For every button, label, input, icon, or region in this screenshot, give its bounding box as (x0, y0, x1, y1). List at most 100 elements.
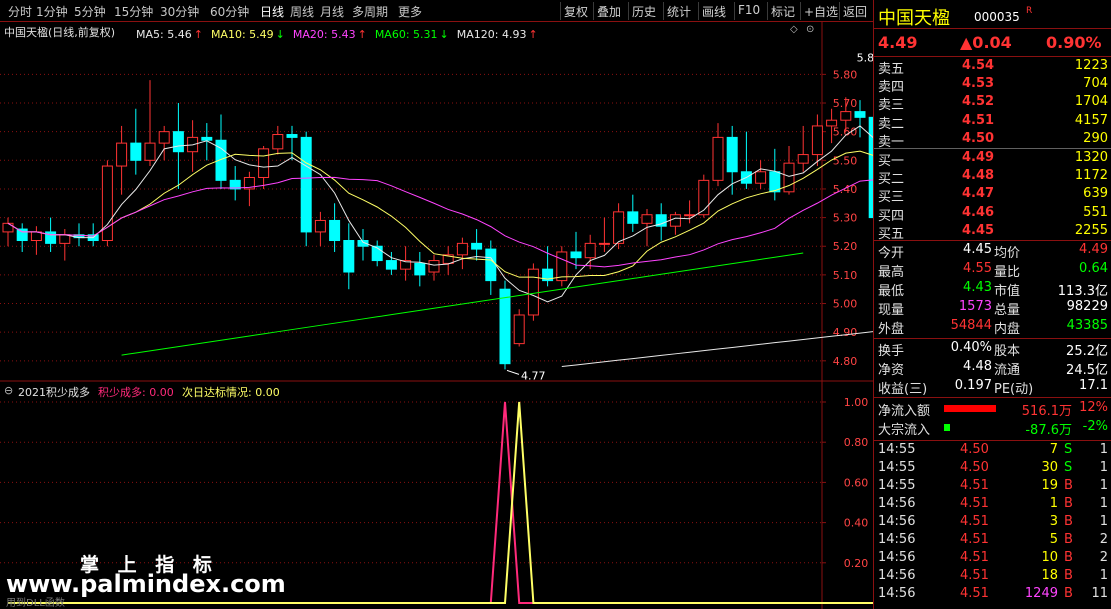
stats-row: 今开 4.45 均价 4.49 (874, 242, 1111, 261)
tick-row: 14:56 4.51 1 B 1 (874, 496, 1111, 514)
chart-close-icon[interactable]: ⊙ (806, 24, 814, 35)
order-label: 卖三 (878, 98, 905, 114)
candle-body (471, 242, 483, 250)
order-book-row: 买五 4.45 2255 (874, 223, 1111, 242)
order-book-row: 卖三 4.52 1704 (874, 94, 1111, 114)
flow-label: 大宗流入 (878, 423, 931, 438)
candle-body (684, 214, 696, 217)
order-volume: 1172 (1074, 168, 1108, 184)
tick-side: B (1064, 514, 1073, 529)
stats-row: 最高 4.55 量比 0.64 (874, 261, 1111, 280)
stat-label: PE(动) (994, 382, 1034, 397)
order-price: 4.54 (962, 58, 995, 73)
tick-time: 14:55 (878, 460, 916, 475)
order-price: 4.50 (962, 130, 995, 146)
order-price: 4.53 (962, 76, 995, 92)
tick-count: 1 (1099, 496, 1108, 511)
flow-value: 516.1万 (1021, 404, 1072, 419)
order-price: 4.46 (962, 204, 995, 220)
candle-body (456, 242, 468, 256)
stat-value: 4.43 (963, 280, 992, 295)
tick-side: B (1064, 550, 1073, 565)
order-price: 4.52 (962, 94, 995, 110)
candle-body (428, 260, 440, 273)
stats-row: 最低 4.43 市值 113.3亿 (874, 280, 1111, 299)
kline-chart[interactable]: 5.805.705.605.505.405.305.205.105.004.90… (0, 0, 873, 609)
candle-body (144, 142, 156, 161)
candle-body (414, 262, 426, 276)
tick-time: 14:56 (878, 514, 916, 529)
stat-label: 净资 (878, 363, 905, 378)
order-label: 卖二 (878, 116, 905, 132)
tick-count: 1 (1099, 514, 1108, 529)
quote-price-row: 4.49 ▲0.04 0.90% (874, 33, 1111, 53)
candle-body (272, 134, 284, 150)
flow-label: 净流入额 (878, 404, 931, 419)
candle-body (385, 260, 397, 270)
indicator-options-icon[interactable]: ⊖ (4, 384, 13, 397)
stat-value: 4.55 (963, 261, 992, 276)
ma-legend-item: MA60: 5.31 ↓ (375, 26, 449, 41)
indicator-name: 2021积少成多 (18, 386, 90, 399)
candle-body (826, 119, 838, 127)
stat-label: 换手 (878, 344, 905, 359)
order-label: 买二 (878, 172, 905, 188)
fund-flow-row: 净流入额 516.1万 12% (874, 400, 1111, 419)
chart-stock-label: 中国天楹(日线,前复权) (4, 26, 116, 39)
indicator-tick-label: 0.60 (844, 476, 869, 489)
order-price: 4.48 (962, 168, 995, 184)
y-tick-label: 5.50 (833, 154, 858, 167)
fund-flow-row: 大宗流入 -87.6万 -2% (874, 419, 1111, 438)
candle-body (598, 242, 610, 245)
order-book-row: 买三 4.47 639 (874, 186, 1111, 205)
stat-label: 外盘 (878, 322, 905, 337)
tick-side: B (1064, 532, 1073, 547)
tick-time: 14:56 (878, 568, 916, 583)
divider (874, 56, 1111, 57)
stat-label: 流通 (994, 363, 1021, 378)
order-label: 卖一 (878, 134, 905, 150)
tick-price: 4.51 (960, 568, 989, 583)
tick-row: 14:56 4.51 5 B 2 (874, 532, 1111, 550)
tick-count: 1 (1099, 568, 1108, 583)
stat-label: 内盘 (994, 322, 1021, 337)
order-volume: 4157 (1074, 112, 1108, 128)
candle-body (769, 171, 781, 193)
flow-pct: 12% (1079, 400, 1108, 415)
order-volume: 1704 (1074, 94, 1108, 110)
stock-name: 中国天楹 (878, 8, 950, 29)
divider (874, 148, 1111, 149)
stats-row: 外盘 54844 内盘 43385 (874, 318, 1111, 337)
chart-options-icon[interactable]: ◇ (790, 24, 798, 35)
indicator-tick-label: 1.00 (844, 396, 869, 409)
candle-body (669, 214, 681, 227)
tick-side: S (1064, 460, 1073, 475)
stat-value: 4.49 (1079, 242, 1108, 257)
tick-row: 14:56 4.51 3 B 1 (874, 514, 1111, 532)
tick-price: 4.51 (960, 532, 989, 547)
order-book-row: 买一 4.49 1320 (874, 150, 1111, 169)
ma-legend-item: MA120: 4.93 ↑ (457, 26, 538, 41)
tick-side: B (1064, 478, 1073, 493)
tick-price: 4.51 (960, 586, 989, 601)
candle-body (811, 125, 823, 156)
divider (874, 440, 1111, 441)
tick-count: 1 (1099, 478, 1108, 493)
ma-value: MA10: 5.49 (210, 28, 274, 41)
quote-panel: 中国天楹 000035 R 4.49 ▲0.04 0.90% 卖五 4.54 122… (873, 0, 1111, 609)
order-price: 4.49 (962, 150, 995, 165)
candle-body (627, 211, 639, 224)
quote-title: 中国天楹 000035 R (874, 4, 1111, 29)
candle-body (343, 240, 355, 273)
stat-label: 最高 (878, 265, 905, 280)
stat-value: 25.2亿 (1066, 344, 1108, 359)
chart-header: 中国天楹(日线,前复权) MA5: 5.46 ↑ MA10: 5.49 ↓ MA20: … (0, 22, 873, 41)
tick-time: 14:56 (878, 586, 916, 601)
y-tick-label: 5.00 (833, 298, 858, 311)
ma-legend: MA5: 5.46 ↑ MA10: 5.49 ↓ MA20: 5.43 ↑ MA60: 5.… (136, 24, 546, 41)
tick-price: 4.51 (960, 514, 989, 529)
stat-label: 最低 (878, 284, 905, 299)
tick-count: 1 (1099, 460, 1108, 475)
stat-value: 0.64 (1079, 261, 1108, 276)
order-book-row: 卖一 4.50 290 (874, 130, 1111, 150)
